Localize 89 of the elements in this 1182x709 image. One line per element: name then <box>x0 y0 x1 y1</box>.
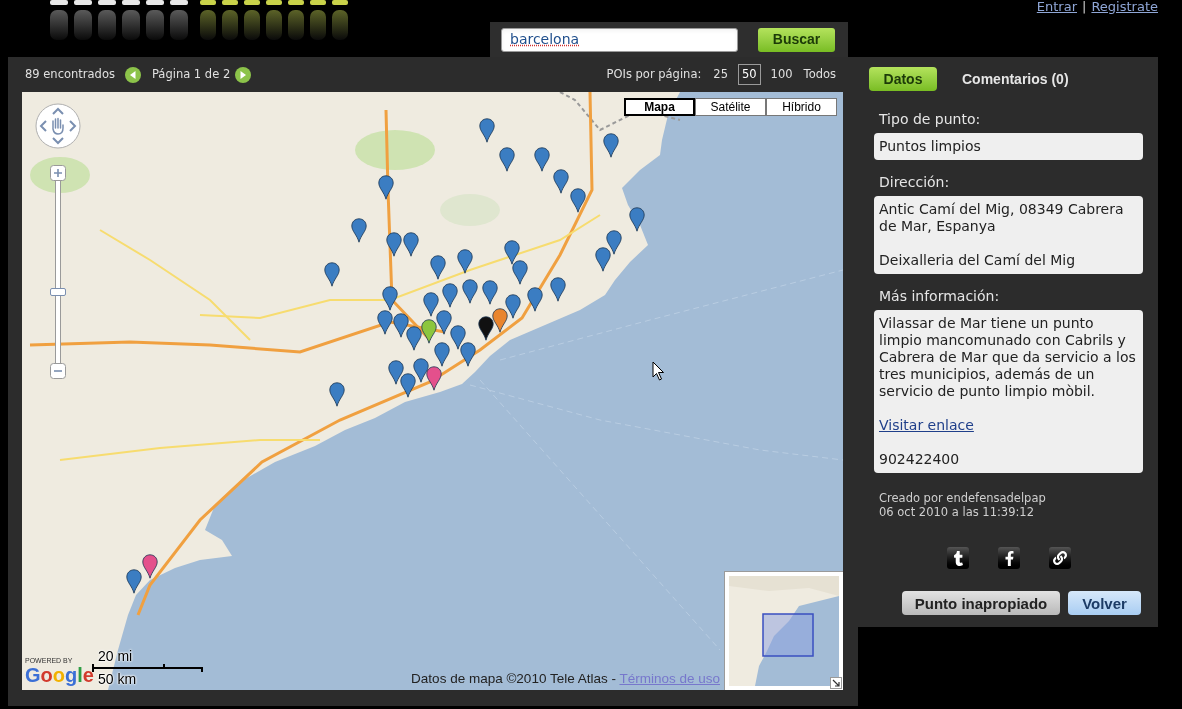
scale-kilometers-label: 50 km <box>97 672 138 687</box>
map-marker-icon[interactable] <box>423 292 439 317</box>
search-button[interactable]: Buscar <box>758 27 835 52</box>
results-count: 89 encontrados <box>25 65 115 83</box>
map-marker-icon[interactable] <box>460 342 476 367</box>
map-marker-icon[interactable] <box>603 133 619 158</box>
map-marker-icon[interactable] <box>393 313 409 338</box>
map-type-button[interactable]: Híbrido <box>766 98 837 116</box>
map-marker-icon[interactable] <box>403 232 419 257</box>
map-attribution: Datos de mapa ©2010 Tele Atlas - Términos de uso <box>411 669 720 688</box>
field-label: Más información: <box>878 288 1001 305</box>
map-marker-icon[interactable] <box>378 175 394 200</box>
zoom-slider-thumb[interactable] <box>50 288 66 296</box>
field-label: Dirección: <box>878 174 951 191</box>
report-button[interactable]: Punto inapropiado <box>902 591 1060 615</box>
map-marker-icon[interactable] <box>550 277 566 302</box>
map-marker-icon[interactable] <box>421 319 437 344</box>
field-text: Deixalleria del Camí del Mig <box>879 252 1077 269</box>
link-separator: | <box>1082 0 1087 14</box>
map-marker-icon[interactable] <box>436 310 452 335</box>
map-marker-icon[interactable] <box>426 366 442 391</box>
mouse-pointer-icon <box>652 361 665 381</box>
map-type-button[interactable]: Mapa <box>624 98 695 116</box>
map-marker-icon[interactable] <box>126 569 142 594</box>
per-page-option[interactable]: 50 <box>737 63 761 86</box>
map-marker-icon[interactable] <box>450 325 466 350</box>
map-marker-icon[interactable] <box>534 147 550 172</box>
map-marker-icon[interactable] <box>400 373 416 398</box>
page-indicator: Página 1 de 2 <box>151 65 231 83</box>
map-marker-icon[interactable] <box>377 310 393 335</box>
map-marker-icon[interactable] <box>413 358 429 383</box>
map-marker-icon[interactable] <box>142 554 158 579</box>
author-text: Creado por endefensadelpap <box>879 491 1047 505</box>
map-marker-icon[interactable] <box>504 240 520 265</box>
map-marker-icon[interactable] <box>329 382 345 407</box>
field-label: Tipo de punto: <box>878 111 982 128</box>
previous-page-icon[interactable] <box>124 66 141 83</box>
map-marker-icon[interactable] <box>527 287 543 312</box>
map-marker-icon[interactable] <box>505 294 521 319</box>
per-page-option[interactable]: 100 <box>769 63 794 86</box>
login-link[interactable]: Entrar <box>1036 0 1077 14</box>
map-marker-icon[interactable] <box>434 342 450 367</box>
map-marker-icon[interactable] <box>388 360 404 385</box>
map-marker-icon[interactable] <box>512 260 528 285</box>
map-marker-icon[interactable] <box>430 255 446 280</box>
per-page-option[interactable]: Todos <box>802 63 837 86</box>
field-text: Antic Camí del Mig, 08349 Cabrera de Mar, Espanya <box>879 201 1125 235</box>
map-marker-icon[interactable] <box>324 262 340 287</box>
field-text: Vilassar de Mar tiene un punto limpio mancomunado con Cabrils y Cabrera de Mar que da servicio a los tres municipios, además de un servicio de punto limpio mòbil. <box>879 315 1137 400</box>
details-tab[interactable]: Comentarios (0) <box>962 67 1069 91</box>
map-marker-icon[interactable] <box>553 169 569 194</box>
pan-control-icon[interactable] <box>35 103 81 149</box>
field-text: 902422400 <box>879 451 961 468</box>
zoom-in-icon[interactable] <box>50 165 66 181</box>
map-marker-icon[interactable] <box>606 230 622 255</box>
map-marker-icon[interactable] <box>442 283 458 308</box>
map-marker-icon[interactable] <box>406 326 422 351</box>
search-field[interactable]: barcelona <box>501 27 738 52</box>
t-logo-icon[interactable] <box>947 547 969 569</box>
scale-miles-label: 20 mi <box>97 649 134 664</box>
map-marker-icon[interactable] <box>478 316 494 341</box>
map-marker-icon[interactable] <box>499 147 515 172</box>
field-text: Puntos limpios <box>879 138 982 155</box>
visit-link[interactable]: Visitar enlace <box>879 417 974 434</box>
next-page-icon[interactable] <box>235 66 252 83</box>
map-marker-icon[interactable] <box>482 280 498 305</box>
map-marker-icon[interactable] <box>492 308 508 333</box>
map-marker-icon[interactable] <box>351 218 367 243</box>
map-type-button[interactable]: Satélite <box>695 98 766 116</box>
map-marker-icon[interactable] <box>595 247 611 272</box>
map-logo[interactable]: Google <box>25 665 94 685</box>
date-text: 06 oct 2010 a las 11:39:12 <box>879 505 1035 519</box>
register-link[interactable]: Registrate <box>1091 0 1158 14</box>
map-marker-icon[interactable] <box>462 279 478 304</box>
collapse-arrow-icon[interactable] <box>830 677 842 689</box>
map-marker-icon[interactable] <box>457 249 473 274</box>
overview-viewport-frame[interactable] <box>762 613 814 657</box>
back-button[interactable]: Volver <box>1068 591 1141 615</box>
map-marker-icon[interactable] <box>382 286 398 311</box>
per-page-label: POIs por página: <box>606 65 702 83</box>
link-icon[interactable] <box>1049 547 1071 569</box>
zoom-out-icon[interactable] <box>50 363 66 379</box>
map-marker-icon[interactable] <box>479 118 495 143</box>
per-page-option[interactable]: 25 <box>712 63 729 86</box>
map-marker-icon[interactable] <box>386 232 402 257</box>
map-marker-icon[interactable] <box>570 188 586 213</box>
details-tab[interactable]: Datos <box>869 67 937 91</box>
f-logo-icon[interactable] <box>998 547 1020 569</box>
map-marker-icon[interactable] <box>629 207 645 232</box>
